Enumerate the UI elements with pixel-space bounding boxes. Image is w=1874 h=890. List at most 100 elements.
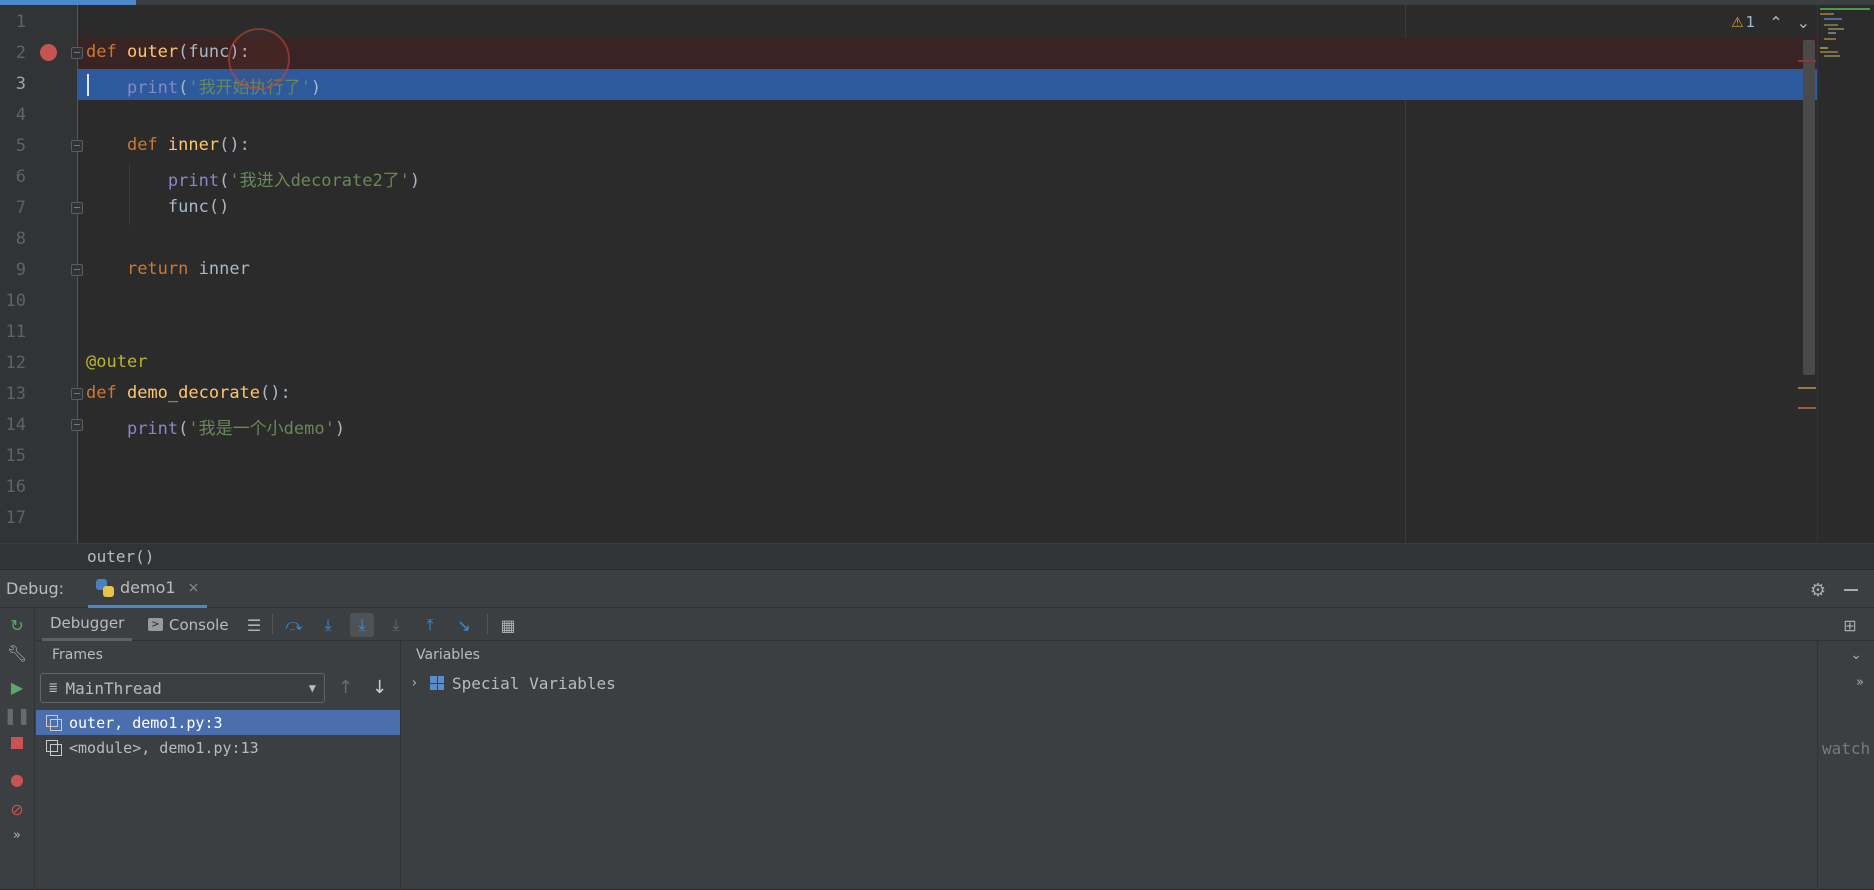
editor-line[interactable]: 17 <box>0 502 1820 533</box>
code-line: @outer <box>86 352 148 372</box>
resume-icon[interactable]: ▶ <box>6 676 28 698</box>
pause-icon[interactable]: ❚❚ <box>4 704 31 726</box>
editor-scrollbar[interactable] <box>1803 40 1815 375</box>
run-to-cursor-icon[interactable]: ↘ <box>452 613 476 637</box>
warning-stripe[interactable] <box>1798 387 1816 389</box>
step-into-my-code-icon[interactable]: ⤓ <box>350 613 374 637</box>
next-highlight-icon[interactable]: ⌄ <box>1797 13 1810 32</box>
fold-marker[interactable] <box>71 140 83 152</box>
console-icon: > <box>148 618 163 631</box>
frame-label: <module>, demo1.py:13 <box>69 738 259 757</box>
frames-panel: Frames ≣ MainThread ▼ ↑ ↓ outer, demo1.p… <box>36 641 401 890</box>
editor-line[interactable]: 9 return inner <box>0 254 1820 285</box>
frame-row[interactable]: <module>, demo1.py:13 <box>36 735 400 760</box>
layout-settings-icon[interactable]: ⊞ <box>1838 613 1862 637</box>
view-breakpoints-icon[interactable]: ● <box>6 768 28 790</box>
code-minimap[interactable] <box>1817 5 1874 543</box>
line-number: 11 <box>5 322 26 342</box>
close-icon[interactable]: × <box>188 580 200 596</box>
warning-indicator[interactable]: ⚠ 1 <box>1731 13 1755 31</box>
editor-line[interactable]: 7 func() <box>0 192 1820 223</box>
chevron-right-icon[interactable]: › <box>410 675 422 691</box>
editor-line[interactable]: 12 @outer <box>0 347 1820 378</box>
marker-stripe[interactable] <box>1798 407 1816 409</box>
code-line: print('我是一个小demo') <box>126 419 346 439</box>
thread-name: MainThread <box>65 678 162 698</box>
stop-icon[interactable] <box>6 732 28 754</box>
breakpoint-icon[interactable] <box>40 44 57 61</box>
rerun-icon[interactable]: ↻ <box>6 614 28 636</box>
chevron-down-icon[interactable]: ⌄ <box>1850 647 1862 663</box>
code-line: print('我进入decorate2了') <box>167 171 421 191</box>
editor-line[interactable]: 14 print('我是一个小demo') <box>0 409 1820 440</box>
fold-marker[interactable] <box>71 419 83 431</box>
next-frame-icon[interactable]: ↓ <box>372 677 387 698</box>
editor-line[interactable]: 11 <box>0 316 1820 347</box>
line-number: 2 <box>15 43 26 63</box>
inspection-widget[interactable]: ⚠ 1 ⌃ ⌄ <box>1731 10 1810 34</box>
debug-session-tab[interactable]: demo1 × <box>88 570 208 608</box>
breadcrumb-item[interactable]: outer() <box>87 547 154 566</box>
line-number: 4 <box>15 105 26 125</box>
line-number: 7 <box>15 198 26 218</box>
variables-panel: Variables › Special Variables <box>402 641 1816 890</box>
frames-label: Frames <box>52 647 103 663</box>
line-number: 5 <box>15 136 26 156</box>
breadcrumb[interactable]: outer() <box>0 543 1874 569</box>
code-line: print('我开始执行了') <box>126 78 322 98</box>
toolbar-separator <box>272 614 273 634</box>
chevron-down-icon: ▼ <box>308 681 316 695</box>
step-over-icon[interactable]: ⤼ <box>282 613 306 637</box>
line-number: 9 <box>15 260 26 280</box>
tab-console[interactable]: > Console <box>140 608 237 641</box>
thread-selector[interactable]: ≣ MainThread ▼ <box>40 673 325 703</box>
minimize-icon[interactable] <box>1844 589 1858 591</box>
editor-line[interactable]: 15 <box>0 440 1820 471</box>
frame-icon <box>46 715 62 731</box>
breakpoint-stripe[interactable] <box>1798 60 1816 62</box>
debug-title: Debug: <box>6 579 65 598</box>
previous-highlight-icon[interactable]: ⌃ <box>1769 13 1782 32</box>
step-out-icon[interactable]: ⤒ <box>418 613 442 637</box>
show-execution-point-icon[interactable]: ☰ <box>242 613 266 637</box>
fold-marker[interactable] <box>71 202 83 214</box>
force-step-into-icon[interactable]: ⤓ <box>384 613 408 637</box>
watches-panel[interactable]: ⌄ » watch <box>1817 641 1874 890</box>
gear-icon[interactable]: ⚙ <box>1810 580 1826 601</box>
text-caret <box>87 74 89 96</box>
fold-marker[interactable] <box>71 388 83 400</box>
tab-console-label: Console <box>169 615 229 634</box>
progress-bar <box>0 0 1874 5</box>
tab-debugger[interactable]: Debugger <box>42 608 133 641</box>
code-line: def outer(func): <box>86 42 250 62</box>
fold-marker[interactable] <box>71 264 83 276</box>
toolbar-separator <box>487 614 488 634</box>
variable-row[interactable]: › Special Variables <box>410 671 616 695</box>
line-number: 10 <box>5 291 26 311</box>
code-editor[interactable]: 1 2 def outer(func): 3 print('我开始执行了') 4… <box>0 0 1874 543</box>
more-icon[interactable]: » <box>1856 675 1864 690</box>
evaluate-icon[interactable]: ▦ <box>496 613 520 637</box>
editor-line[interactable]: 6 print('我进入decorate2了') <box>0 161 1820 192</box>
debug-left-toolbar: ↻ 🔧︎ ▶ ❚❚ ● ⊘ » <box>0 608 35 890</box>
editor-line[interactable]: 8 <box>0 223 1820 254</box>
debug-toolbar: Debugger > Console ☰ ⤼ ⤓ ⤓ ⤓ ⤒ ↘ ▦ ⊞ <box>36 608 1874 641</box>
editor-line[interactable]: 4 <box>0 99 1820 130</box>
editor-line[interactable]: 13 def demo_decorate(): <box>0 378 1820 409</box>
more-icon[interactable]: » <box>6 824 28 846</box>
line-number: 6 <box>15 167 26 187</box>
fold-marker[interactable] <box>71 47 83 59</box>
step-into-icon[interactable]: ⤓ <box>316 613 340 637</box>
editor-line[interactable]: 16 <box>0 471 1820 502</box>
line-number: 3 <box>15 74 26 94</box>
minimap-preview <box>1820 8 1870 57</box>
wrench-icon[interactable]: 🔧︎ <box>6 642 28 664</box>
debug-header: Debug: demo1 × ⚙ <box>0 570 1874 608</box>
frame-row[interactable]: outer, demo1.py:3 <box>36 710 400 735</box>
previous-frame-icon[interactable]: ↑ <box>338 677 353 698</box>
debug-tool-window[interactable]: Debug: demo1 × ⚙ ↻ 🔧︎ ▶ ❚❚ ● ⊘ » Debugge… <box>0 569 1874 890</box>
code-line: func() <box>167 197 230 217</box>
editor-line[interactable]: 10 <box>0 285 1820 316</box>
editor-line[interactable]: 5 def inner(): <box>0 130 1820 161</box>
mute-breakpoints-icon[interactable]: ⊘ <box>6 798 28 820</box>
